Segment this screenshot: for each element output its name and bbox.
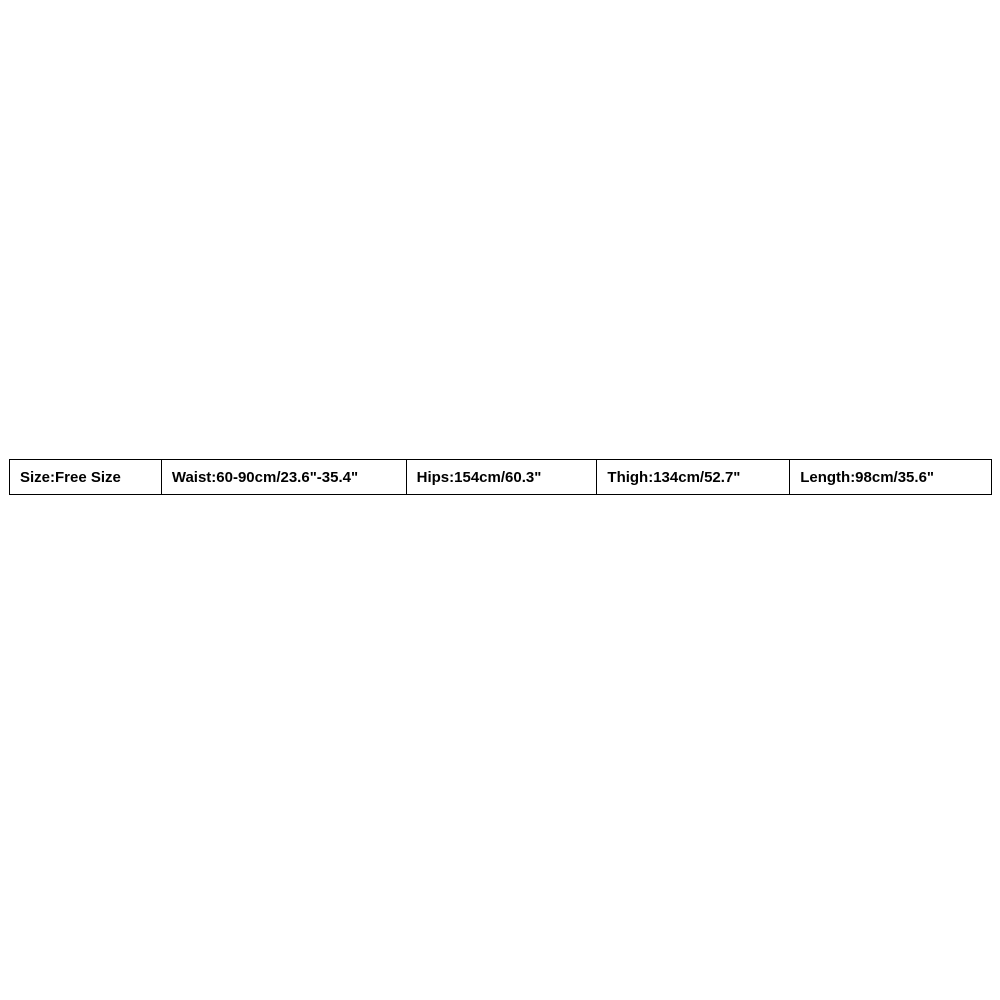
cell-thigh: Thigh:134cm/52.7" bbox=[597, 460, 790, 495]
cell-hips: Hips:154cm/60.3" bbox=[406, 460, 597, 495]
cell-length: Length:98cm/35.6" bbox=[790, 460, 992, 495]
size-chart-table: Size:Free Size Waist:60-90cm/23.6"-35.4"… bbox=[9, 459, 992, 495]
table-row: Size:Free Size Waist:60-90cm/23.6"-35.4"… bbox=[10, 460, 992, 495]
cell-size: Size:Free Size bbox=[10, 460, 162, 495]
cell-waist: Waist:60-90cm/23.6"-35.4" bbox=[161, 460, 406, 495]
